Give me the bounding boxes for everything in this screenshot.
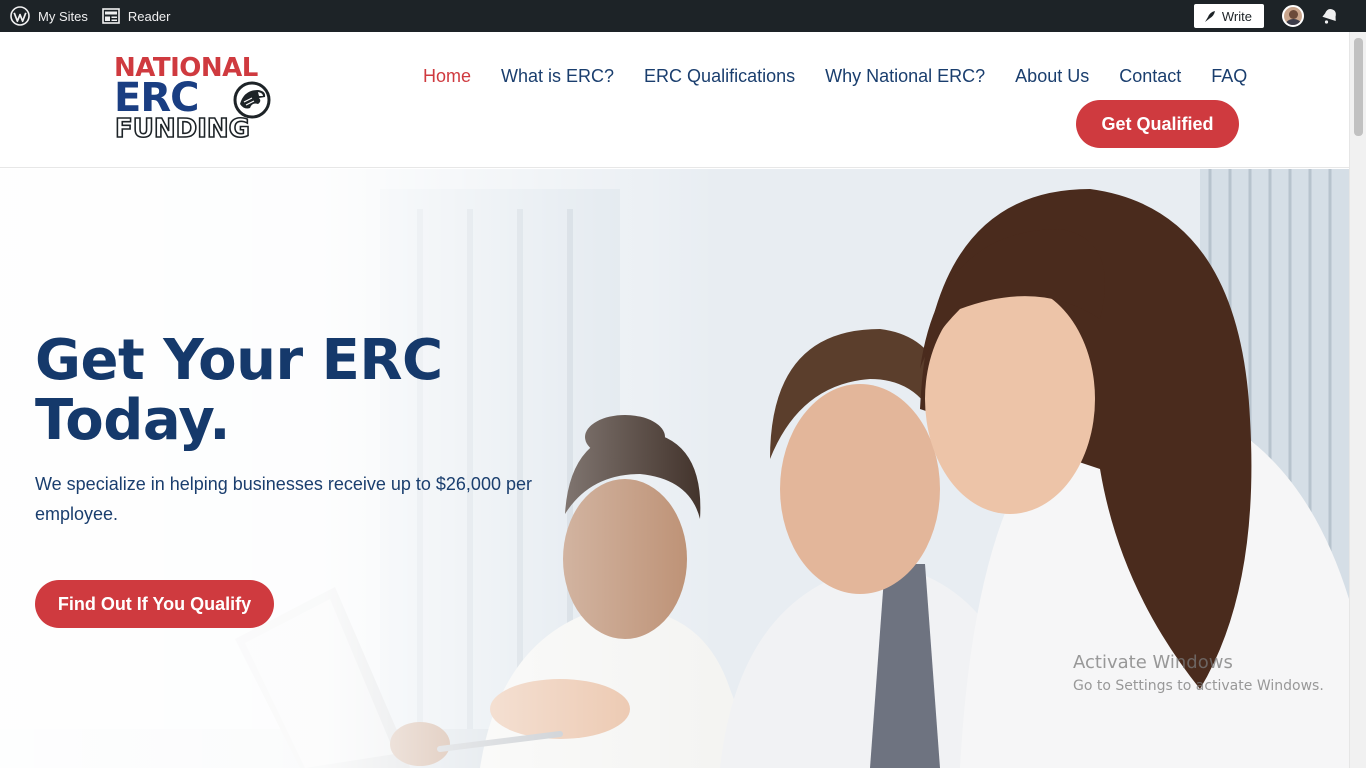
write-label: Write: [1221, 8, 1252, 24]
avatar[interactable]: [1282, 5, 1304, 27]
admin-bar-left: My Sites Reader: [0, 0, 178, 32]
page-scrollbar[interactable]: [1349, 32, 1366, 768]
bell-icon[interactable]: [1320, 7, 1340, 25]
hero-section: Get Your ERC Today. We specialize in hel…: [0, 169, 1349, 768]
admin-bar: My Sites Reader Write: [0, 0, 1366, 32]
nav-what-is-erc[interactable]: What is ERC?: [501, 66, 614, 87]
my-sites-label: My Sites: [38, 8, 88, 24]
watermark-title: Activate Windows: [1073, 652, 1233, 673]
reader-label: Reader: [127, 8, 171, 24]
my-sites-menu[interactable]: My Sites: [0, 0, 94, 32]
hero-title: Get Your ERC Today.: [35, 331, 595, 451]
hero-title-line-2: Today.: [35, 388, 231, 453]
windows-activation-watermark: Activate Windows Go to Settings to activ…: [1073, 652, 1324, 696]
nav-erc-qualifications[interactable]: ERC Qualifications: [644, 66, 795, 87]
site-header: NATIONAL ERC FUNDING Home What is ERC? E…: [0, 32, 1349, 168]
nav-about-us[interactable]: About Us: [1015, 66, 1089, 87]
nav-faq[interactable]: FAQ: [1211, 66, 1247, 87]
wordpress-logo-icon: [10, 6, 30, 26]
hero-title-line-1: Get Your ERC: [35, 328, 443, 393]
admin-bar-right: Write: [1193, 4, 1366, 28]
reader-icon: [102, 8, 120, 24]
feather-pen-icon: [1204, 10, 1215, 22]
write-button[interactable]: Write: [1193, 4, 1264, 28]
logo-erc-text: ERC: [114, 75, 199, 121]
nav-why-national-erc[interactable]: Why National ERC?: [825, 66, 985, 87]
logo-funding-text: FUNDING: [114, 113, 251, 145]
watermark-subtitle: Go to Settings to activate Windows.: [1073, 678, 1324, 694]
hero-subtitle: We specialize in helping businesses rece…: [35, 474, 532, 524]
scrollbar-thumb[interactable]: [1354, 38, 1363, 136]
main-nav: Home What is ERC? ERC Qualifications Why…: [408, 62, 1262, 90]
get-qualified-button[interactable]: Get Qualified: [1076, 100, 1239, 148]
find-out-if-you-qualify-button[interactable]: Find Out If You Qualify: [35, 580, 274, 628]
nav-contact[interactable]: Contact: [1119, 66, 1181, 87]
nav-home[interactable]: Home: [423, 66, 471, 87]
reader-menu[interactable]: Reader: [94, 0, 179, 32]
site-logo[interactable]: NATIONAL ERC FUNDING: [114, 54, 274, 146]
